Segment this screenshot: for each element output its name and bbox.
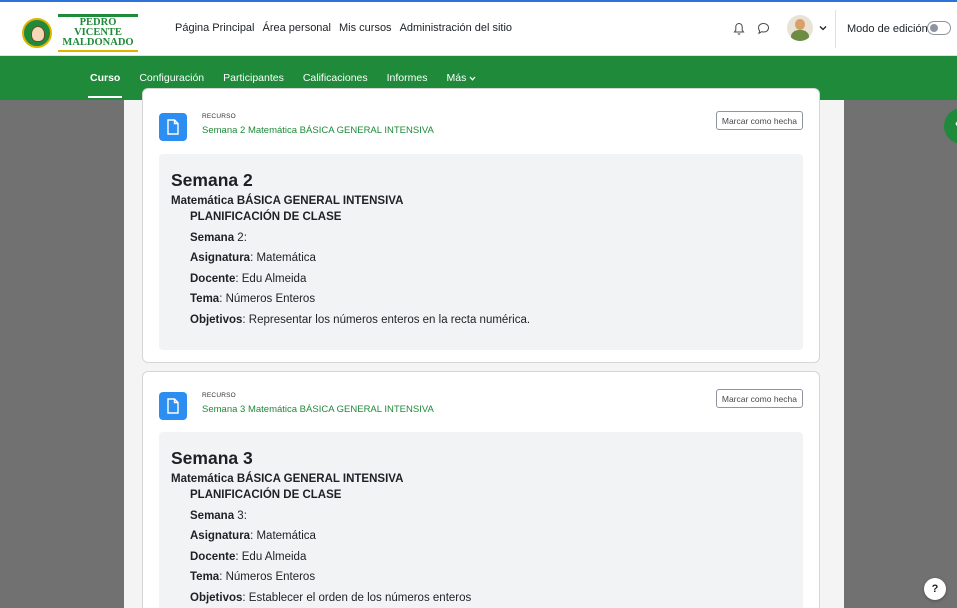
edit-mode-label: Modo de edición [847,23,928,35]
resource-file-icon[interactable] [159,392,187,420]
resource-file-icon[interactable] [159,113,187,141]
field-week: Semana 3: [190,509,247,522]
help-button[interactable]: ? [924,578,946,600]
activity-card: RECURSO Semana 2 Matemática BÁSICA GENER… [142,88,820,363]
site-logo[interactable]: PEDRO VICENTE MALDONADO [22,14,138,52]
field-subject: Asignatura: Matemática [190,530,316,542]
week-heading: Semana 2 [171,170,253,190]
nav-my-courses[interactable]: Mis cursos [339,22,392,34]
school-emblem-icon [22,18,52,48]
activity-card: RECURSO Semana 3 Matemática BÁSICA GENER… [142,371,820,608]
plan-title: PLANIFICACIÓN DE CLASE [190,489,342,501]
field-subject: Asignatura: Matemática [190,252,316,264]
course-subject-line: Matemática BÁSICA GENERAL INTENSIVA [171,195,404,207]
nav-dashboard[interactable]: Área personal [263,22,332,34]
week-heading: Semana 3 [171,448,253,468]
chevron-down-icon[interactable] [819,25,827,31]
activity-description: Semana 2 Matemática BÁSICA GENERAL INTEN… [159,154,803,350]
nav-site-admin[interactable]: Administración del sitio [400,22,513,34]
chat-icon[interactable] [757,22,770,35]
logo-name-line1: PEDRO VICENTE [74,17,122,38]
course-subject-line: Matemática BÁSICA GENERAL INTENSIVA [171,473,404,485]
field-objectives: Objetivos: Establecer el orden de los nú… [190,591,472,604]
avatar[interactable] [787,15,813,41]
nav-home[interactable]: Página Principal [175,22,255,34]
primary-navigation: Página Principal Área personal Mis curso… [175,22,512,34]
activity-title-link[interactable]: Semana 3 Matemática BÁSICA GENERAL INTEN… [202,404,434,415]
top-navbar: PEDRO VICENTE MALDONADO Página Principal… [0,0,957,56]
mark-as-done-button[interactable]: Marcar como hecha [715,389,803,408]
field-week: Semana 2: [190,231,247,244]
field-topic: Tema: Números Enteros [190,293,316,305]
field-objectives: Objetivos: Representar los números enter… [190,313,531,326]
logo-name-line2: MALDONADO [62,37,134,48]
plan-title: PLANIFICACIÓN DE CLASE [190,211,342,223]
field-teacher: Docente: Edu Almeida [190,550,307,563]
field-topic: Tema: Números Enteros [190,571,316,583]
mark-as-done-button[interactable]: Marcar como hecha [715,111,803,130]
bell-icon[interactable] [733,22,745,36]
activity-title-link[interactable]: Semana 2 Matemática BÁSICA GENERAL INTEN… [202,125,434,136]
edit-mode-toggle[interactable] [927,21,951,35]
activity-description: Semana 3 Matemática BÁSICA GENERAL INTEN… [159,432,803,608]
tab-course[interactable]: Curso [88,56,123,100]
activity-type-label: RECURSO [202,113,236,120]
toolbar-divider [835,10,836,48]
chevron-down-icon [469,76,476,81]
field-teacher: Docente: Edu Almeida [190,272,307,285]
activity-type-label: RECURSO [202,392,236,399]
